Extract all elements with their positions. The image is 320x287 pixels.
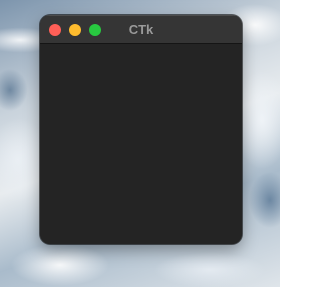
close-button[interactable]	[49, 24, 61, 36]
window-content	[40, 44, 242, 244]
ctk-window: CTk	[40, 15, 242, 244]
title-bar[interactable]: CTk	[40, 15, 242, 44]
minimize-button[interactable]	[69, 24, 81, 36]
zoom-button[interactable]	[89, 24, 101, 36]
